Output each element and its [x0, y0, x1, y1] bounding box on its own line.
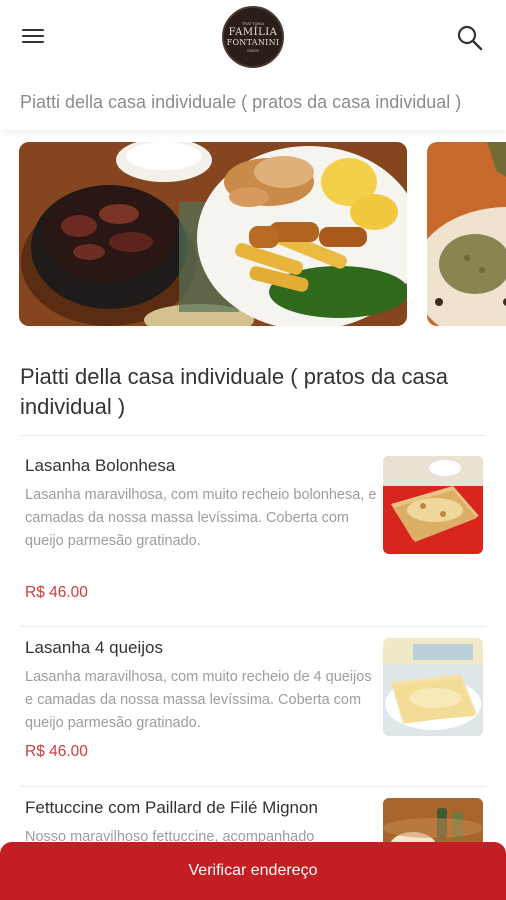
banner-spices-photo[interactable]	[427, 142, 506, 326]
section-title: Piatti della casa individuale ( pratos d…	[20, 364, 449, 419]
search-icon[interactable]	[456, 24, 484, 52]
top-bar: TRATTORIA FAMÍLIA FONTANINI SINCE	[0, 0, 506, 76]
menu-item-lasanha-bolonhesa[interactable]: Lasanha Bolonhesa Lasanha maravilhosa, c…	[0, 456, 506, 606]
menu-item-name: Lasanha 4 queijos	[25, 638, 164, 657]
hamburger-menu-icon[interactable]	[22, 26, 48, 48]
menu-item-price: R$ 46.00	[25, 743, 88, 760]
menu-item-photo	[383, 456, 483, 554]
logo-line-2: FONTANINI	[226, 37, 280, 47]
item-divider	[20, 626, 486, 627]
section-divider	[20, 435, 486, 436]
menu-item-lasanha-4-queijos[interactable]: Lasanha 4 queijos Lasanha maravilhosa, c…	[0, 638, 506, 766]
category-tab-piatti[interactable]: Piatti della casa individuale ( pratos d…	[20, 92, 461, 113]
banner-carousel[interactable]	[0, 142, 506, 328]
item-divider	[20, 786, 486, 787]
menu-item-photo	[383, 638, 483, 736]
menu-item-name: Fettuccine com Paillard de Filé Mignon	[25, 798, 318, 817]
menu-item-price: R$ 46.00	[25, 584, 88, 601]
restaurant-logo[interactable]: TRATTORIA FAMÍLIA FONTANINI SINCE	[222, 6, 284, 68]
logo-tiny-bottom: SINCE	[246, 47, 260, 53]
menu-item-name: Lasanha Bolonhesa	[25, 456, 176, 475]
menu-item-description: Lasanha maravilhosa, com muito recheio b…	[25, 487, 377, 549]
logo-line-1: FAMÍLIA	[228, 26, 278, 38]
category-bar: Piatti della casa individuale ( pratos d…	[0, 76, 506, 130]
menu-item-description: Lasanha maravilhosa, com muito recheio d…	[25, 669, 372, 731]
verify-address-button[interactable]: Verificar endereço	[0, 842, 506, 900]
banner-food-photo[interactable]	[19, 142, 407, 326]
